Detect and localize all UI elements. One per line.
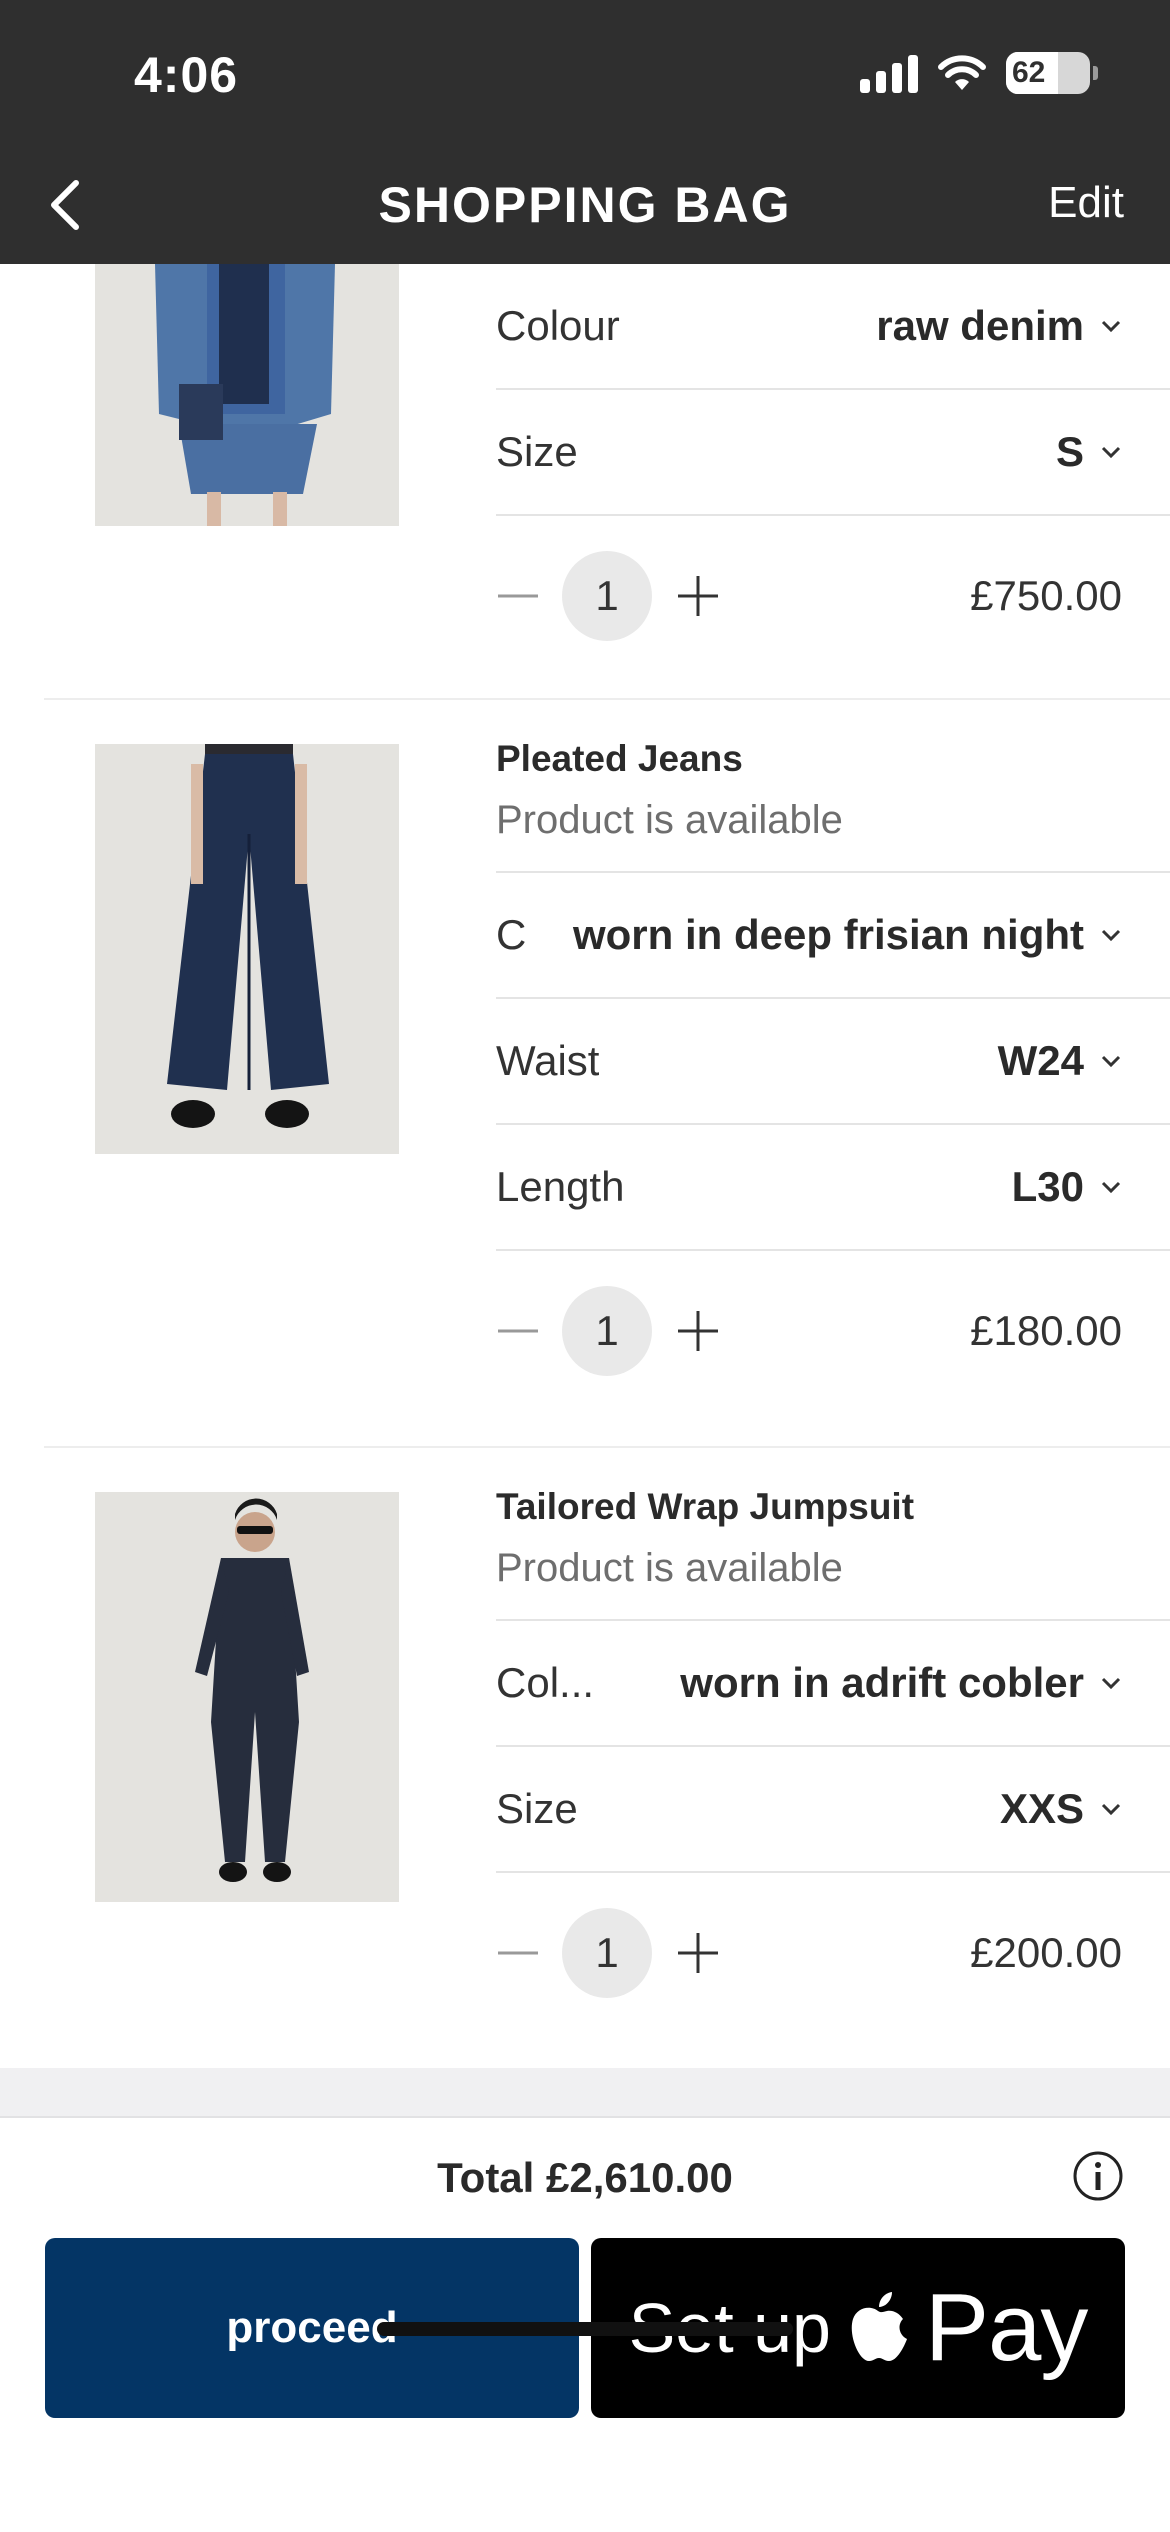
row-value: XXS <box>999 1785 1084 1832</box>
quantity-row: 1 £750.00 <box>496 516 1170 676</box>
minus-icon <box>498 594 538 598</box>
row-value: raw denim <box>876 302 1084 349</box>
row-value: worn in deep frisian night <box>572 911 1084 958</box>
chevron-down-icon <box>1101 1677 1121 1690</box>
increase-quantity-button[interactable] <box>676 1309 720 1353</box>
chevron-down-icon <box>1101 1803 1121 1816</box>
quantity-row: 1 £200.00 <box>496 1873 1170 2033</box>
chevron-down-icon <box>1101 929 1121 942</box>
quantity-value: 1 <box>562 1908 652 1998</box>
status-time: 4:06 <box>134 47 239 103</box>
battery-level: 62 <box>1012 56 1046 89</box>
row-label: Colour <box>496 302 620 349</box>
product-image[interactable] <box>95 744 399 1154</box>
jumpsuit-photo <box>95 1492 399 1902</box>
plus-icon <box>678 576 718 616</box>
decrease-quantity-button[interactable] <box>496 1931 540 1975</box>
colour-selector[interactable]: C worn in deep frisian night <box>496 873 1170 999</box>
row-label: Size <box>496 428 578 475</box>
header-divider <box>496 1591 1170 1621</box>
decrease-quantity-button[interactable] <box>496 574 540 618</box>
cart-item: Pleated Jeans Product is available C wor… <box>0 700 1170 1376</box>
top-bar: 4:06 62 SHOPPING BAG Edit <box>0 0 1170 264</box>
row-value: S <box>1055 428 1084 475</box>
edit-button[interactable]: Edit <box>1048 178 1124 228</box>
cart-item: Colour raw denim Size S 1 £750.00 <box>0 264 1170 698</box>
size-selector[interactable]: Size S <box>496 390 1170 516</box>
chevron-down-icon <box>1101 446 1121 459</box>
product-name[interactable]: Pleated Jeans <box>496 738 1170 780</box>
length-selector[interactable]: Length L30 <box>496 1125 1170 1251</box>
chevron-down-icon <box>1101 320 1121 333</box>
row-value: worn in adrift cobler <box>680 1659 1084 1706</box>
row-label: Size <box>496 1785 578 1832</box>
plus-icon <box>678 1311 718 1351</box>
increase-quantity-button[interactable] <box>676 1931 720 1975</box>
row-label: C <box>496 911 527 958</box>
denim-jacket-photo <box>95 264 399 526</box>
battery-icon: 62 <box>1006 52 1098 94</box>
size-selector[interactable]: Size XXS <box>496 1747 1170 1873</box>
status-icons: 62 <box>860 52 1098 94</box>
wifi-icon <box>938 55 986 90</box>
minus-icon <box>498 1951 538 1955</box>
item-price: £200.00 <box>970 1929 1122 1976</box>
cellular-signal-icon <box>860 53 918 93</box>
order-total: Total £2,610.00 <box>437 2154 733 2201</box>
pleated-jeans-photo <box>95 744 399 1154</box>
apple-pay-label: Pay <box>924 2274 1088 2381</box>
header-divider <box>496 843 1170 873</box>
chevron-down-icon <box>1101 1055 1121 1068</box>
quantity-value: 1 <box>562 551 652 641</box>
item-price: £180.00 <box>970 1307 1122 1354</box>
waist-selector[interactable]: Waist W24 <box>496 999 1170 1125</box>
row-value: W24 <box>997 1037 1084 1084</box>
quantity-value: 1 <box>562 1286 652 1376</box>
home-indicator[interactable] <box>377 2322 793 2336</box>
info-icon[interactable] <box>1072 2150 1124 2202</box>
cart-list[interactable]: Colour raw denim Size S 1 £750.00 Pleate… <box>0 264 1170 2068</box>
item-price: £750.00 <box>970 572 1122 619</box>
decrease-quantity-button[interactable] <box>496 1309 540 1353</box>
row-label: Waist <box>496 1037 600 1084</box>
quantity-row: 1 £180.00 <box>496 1251 1170 1411</box>
cart-item: Tailored Wrap Jumpsuit Product is availa… <box>0 1448 1170 2068</box>
product-image[interactable] <box>95 1492 399 1902</box>
availability-text: Product is available <box>496 1546 843 1590</box>
row-label: Col... <box>496 1659 595 1706</box>
availability-text: Product is available <box>496 798 843 842</box>
product-name[interactable]: Tailored Wrap Jumpsuit <box>496 1486 1170 1528</box>
product-image[interactable] <box>95 264 399 526</box>
colour-selector[interactable]: Colour raw denim <box>496 264 1170 390</box>
row-value: L30 <box>1011 1163 1084 1210</box>
apple-logo-icon <box>851 2292 907 2361</box>
page-title: SHOPPING BAG <box>378 177 792 233</box>
row-label: Length <box>496 1163 625 1210</box>
plus-icon <box>678 1933 718 1973</box>
list-end-band <box>0 2068 1170 2118</box>
colour-selector[interactable]: Col... worn in adrift cobler <box>496 1621 1170 1747</box>
chevron-down-icon <box>1101 1181 1121 1194</box>
minus-icon <box>498 1329 538 1333</box>
increase-quantity-button[interactable] <box>676 574 720 618</box>
